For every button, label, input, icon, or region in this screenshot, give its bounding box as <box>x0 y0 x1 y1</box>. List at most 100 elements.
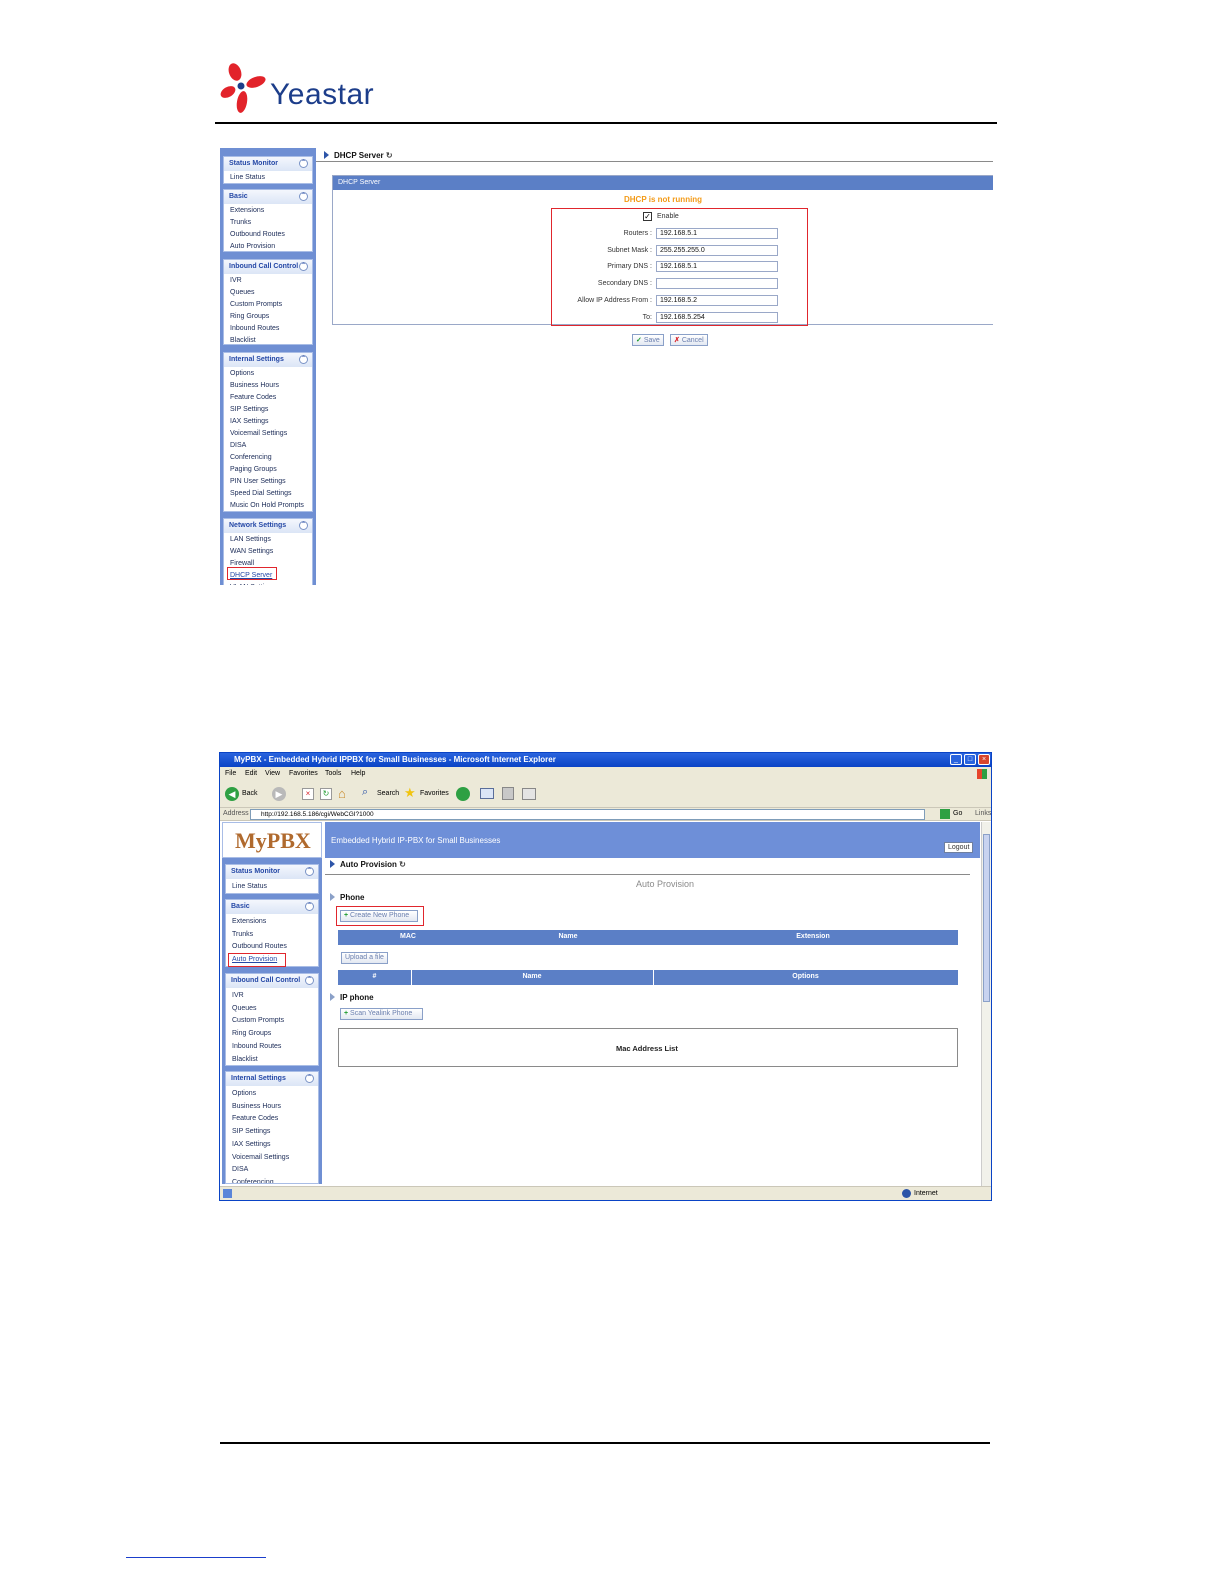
menu-item[interactable]: Favorites <box>289 770 318 777</box>
links-label[interactable]: Links <box>975 810 991 817</box>
save-button[interactable]: ✓ Save <box>632 334 664 346</box>
favorites-label[interactable]: Favorites <box>420 790 449 797</box>
collapse-icon[interactable]: ⌃ <box>299 521 308 530</box>
favorites-icon[interactable]: ★ <box>404 785 416 801</box>
collapse-icon[interactable]: ⌃ <box>299 159 308 168</box>
sidebar-item[interactable]: IVR <box>232 992 244 999</box>
sidebar-item[interactable]: Ring Groups <box>232 1030 271 1037</box>
sidebar-item[interactable]: Line Status <box>232 883 267 890</box>
sidebar-item[interactable]: Extensions <box>230 207 264 214</box>
back-icon[interactable]: ◀ <box>225 787 239 801</box>
sidebar-item[interactable]: SIP Settings <box>230 406 268 413</box>
sidebar-item[interactable]: Business Hours <box>232 1103 281 1110</box>
breadcrumb-label: DHCP Server <box>334 151 384 160</box>
sidebar-item[interactable]: Speed Dial Settings <box>230 490 291 497</box>
menu-item[interactable]: File <box>225 770 236 777</box>
refresh-icon[interactable]: ↻ <box>320 788 332 800</box>
sidebar-item[interactable]: Music On Hold Prompts <box>230 502 304 509</box>
sidebar-item[interactable]: Options <box>232 1090 256 1097</box>
minimize-button[interactable]: _ <box>950 754 962 765</box>
footer-link-underline[interactable] <box>126 1557 266 1558</box>
scroll-thumb[interactable] <box>983 834 990 1002</box>
enable-checkbox[interactable]: ✓ <box>643 212 652 221</box>
go-label[interactable]: Go <box>953 810 962 817</box>
sidebar-item[interactable]: IVR <box>230 277 242 284</box>
field-input[interactable] <box>656 278 778 290</box>
search-icon[interactable]: ⌕ <box>362 786 368 799</box>
collapse-icon[interactable]: ⌃ <box>305 867 314 876</box>
sidebar-item[interactable]: Line Status <box>230 174 265 181</box>
menu-item[interactable]: Help <box>351 770 365 777</box>
menu-item[interactable]: Edit <box>245 770 257 777</box>
sidebar-item[interactable]: Blacklist <box>230 337 256 344</box>
refresh-icon[interactable]: ↻ <box>399 860 406 869</box>
print-icon[interactable] <box>502 787 514 800</box>
vertical-scrollbar[interactable] <box>981 822 991 1186</box>
close-button[interactable]: × <box>978 754 990 765</box>
sidebar-item[interactable]: Auto Provision <box>230 243 275 250</box>
sidebar-item[interactable]: DISA <box>230 442 246 449</box>
field-input[interactable]: 192.168.5.1 <box>656 228 778 239</box>
sidebar-item[interactable]: PIN User Settings <box>230 478 286 485</box>
upload-file-button[interactable]: Upload a file <box>341 952 388 964</box>
sidebar-item[interactable]: Ring Groups <box>230 313 269 320</box>
sidebar-item[interactable]: LAN Settings <box>230 536 271 543</box>
sidebar-item[interactable]: SIP Settings <box>232 1128 270 1135</box>
maximize-button[interactable]: □ <box>964 754 976 765</box>
sidebar-item[interactable]: Conferencing <box>230 454 272 461</box>
screenshot-auto-provision: MyPBX - Embedded Hybrid IPPBX for Small … <box>219 752 992 1201</box>
sidebar-item[interactable]: WAN Settings <box>230 548 273 555</box>
field-input[interactable]: 255.255.255.0 <box>656 244 778 256</box>
forward-icon[interactable]: ▶ <box>272 787 286 801</box>
sidebar-item[interactable]: Extensions <box>232 918 266 925</box>
sidebar-item[interactable]: Feature Codes <box>232 1115 278 1122</box>
sidebar-item[interactable]: IAX Settings <box>232 1141 271 1148</box>
sidebar-item[interactable]: Business Hours <box>230 382 279 389</box>
sidebar-item[interactable]: Queues <box>232 1005 257 1012</box>
mail-icon[interactable] <box>480 788 494 799</box>
go-icon[interactable] <box>940 809 950 819</box>
stop-icon[interactable]: × <box>302 788 314 800</box>
sidebar-item[interactable]: Feature Codes <box>230 394 276 401</box>
sidebar-item[interactable]: DISA <box>232 1166 248 1173</box>
sidebar-item[interactable]: Custom Prompts <box>230 301 282 308</box>
menu-item[interactable]: Tools <box>325 770 341 777</box>
back-label[interactable]: Back <box>242 790 258 797</box>
collapse-icon[interactable]: ⌃ <box>305 902 314 911</box>
collapse-icon[interactable]: ⌃ <box>299 262 308 271</box>
sidebar-item[interactable]: Options <box>230 370 254 377</box>
cancel-button[interactable]: ✗ Cancel <box>670 334 708 346</box>
sidebar-item[interactable]: Firewall <box>230 560 254 567</box>
sidebar-item[interactable]: Custom Prompts <box>232 1017 284 1024</box>
field-input[interactable]: 192.168.5.254 <box>656 311 778 323</box>
sidebar-item[interactable]: Queues <box>230 289 255 296</box>
collapse-icon[interactable]: ⌃ <box>305 1074 314 1083</box>
edit-icon[interactable] <box>522 788 536 800</box>
collapse-icon[interactable]: ⌃ <box>299 355 308 364</box>
sidebar-item[interactable]: Outbound Routes <box>232 943 287 950</box>
sidebar-item[interactable]: Trunks <box>230 219 251 226</box>
search-label[interactable]: Search <box>377 790 399 797</box>
sidebar-item[interactable]: Inbound Routes <box>230 325 279 332</box>
sidebar-item[interactable]: Paging Groups <box>230 466 277 473</box>
field-input[interactable]: 192.168.5.2 <box>656 294 778 306</box>
sidebar-item[interactable]: VLAN Settings <box>230 584 276 585</box>
menu-item[interactable]: View <box>265 770 280 777</box>
scan-yealink-phone-button[interactable]: + Scan Yealink Phone <box>340 1008 423 1020</box>
sidebar-item[interactable]: Outbound Routes <box>230 231 285 238</box>
collapse-icon[interactable]: ⌃ <box>305 976 314 985</box>
sidebar-item[interactable]: Voicemail Settings <box>230 430 287 437</box>
home-icon[interactable]: ⌂ <box>338 786 346 801</box>
sidebar-item[interactable]: IAX Settings <box>230 418 269 425</box>
field-input[interactable]: 192.168.5.1 <box>656 261 778 273</box>
sidebar-item[interactable]: Trunks <box>232 931 253 938</box>
refresh-icon[interactable]: ↻ <box>386 151 393 160</box>
collapse-icon[interactable]: ⌃ <box>299 192 308 201</box>
logout-button[interactable]: Logout <box>944 842 974 853</box>
sidebar-item[interactable]: Blacklist <box>232 1056 258 1063</box>
sidebar-item[interactable]: Voicemail Settings <box>232 1154 289 1161</box>
sidebar-item[interactable]: Inbound Routes <box>232 1043 281 1050</box>
history-icon[interactable] <box>456 787 470 801</box>
sidebar-item[interactable]: Conferencing <box>232 1179 274 1183</box>
address-input[interactable]: http://192.168.5.186/cgi/WebCGI?1000 <box>250 809 925 820</box>
